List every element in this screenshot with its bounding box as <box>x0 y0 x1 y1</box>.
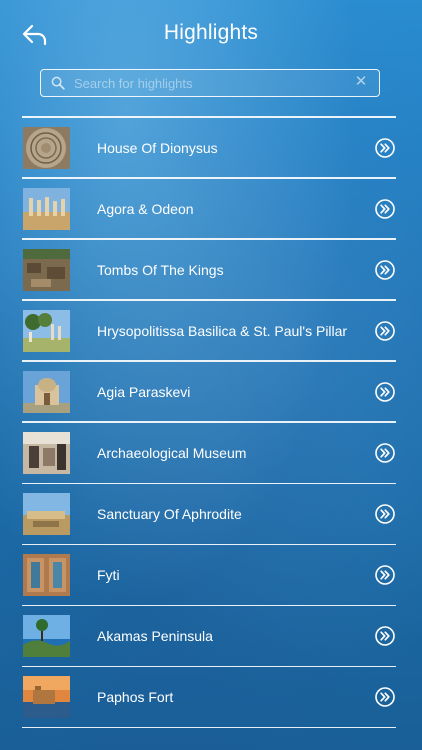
chevron-right-circle-icon[interactable] <box>375 137 395 158</box>
highlight-label: Archaeological Museum <box>97 444 247 461</box>
highlights-list: House Of Dionysus Agora & Odeon Tombs Of T… <box>22 116 396 729</box>
highlight-row[interactable]: Hrysopolitissa Basilica & St. Paul's Pil… <box>22 301 396 361</box>
highlight-thumbnail <box>23 370 70 413</box>
highlight-label: Tombs Of The Kings <box>97 261 224 278</box>
highlight-row[interactable]: Akamas Peninsula <box>22 606 396 666</box>
highlight-row[interactable]: Agia Paraskevi <box>22 362 396 422</box>
highlight-row[interactable]: Tombs Of The Kings <box>22 240 396 300</box>
search-input[interactable] <box>74 72 344 94</box>
highlight-thumbnail <box>23 493 70 536</box>
search-bar: ✕ <box>40 69 380 97</box>
chevron-right-circle-icon[interactable] <box>375 504 395 524</box>
chevron-right-circle-icon[interactable] <box>375 626 395 647</box>
search-icon <box>51 76 65 90</box>
chevron-right-circle-icon[interactable] <box>375 259 395 280</box>
page-title: Highlights <box>163 21 259 44</box>
highlight-thumbnail <box>23 615 70 658</box>
highlight-label: House Of Dionysus <box>97 139 218 156</box>
chevron-right-circle-icon[interactable] <box>375 320 395 341</box>
highlight-label: Akamas Peninsula <box>97 628 213 645</box>
chevron-right-circle-icon[interactable] <box>375 443 395 463</box>
highlight-row[interactable]: House Of Dionysus <box>22 118 396 178</box>
highlight-label: Agia Paraskevi <box>97 383 191 400</box>
highlight-thumbnail <box>23 187 70 230</box>
chevron-right-circle-icon[interactable] <box>375 382 395 402</box>
highlight-row[interactable]: Archaeological Museum <box>22 423 396 483</box>
chevron-right-circle-icon[interactable] <box>375 687 395 708</box>
highlight-row[interactable]: Paphos Fort <box>22 667 396 727</box>
highlight-label: Paphos Fort <box>97 689 174 706</box>
highlight-thumbnail <box>23 676 70 719</box>
highlight-row[interactable]: Agora & Odeon <box>22 179 396 239</box>
highlight-label: Hrysopolitissa Basilica & St. Paul's Pil… <box>97 322 348 339</box>
highlight-thumbnail <box>23 431 70 474</box>
highlight-thumbnail <box>23 126 70 169</box>
highlight-label: Fyti <box>97 567 120 584</box>
highlight-label: Sanctuary Of Aphrodite <box>97 506 242 523</box>
clear-icon[interactable]: ✕ <box>353 74 369 90</box>
chevron-right-circle-icon[interactable] <box>375 565 395 585</box>
highlight-thumbnail <box>23 248 70 291</box>
list-divider <box>22 726 396 729</box>
highlight-label: Agora & Odeon <box>97 200 194 217</box>
highlight-row[interactable]: Fyti <box>22 545 396 605</box>
app-header: Highlights <box>0 0 422 68</box>
highlight-thumbnail <box>23 554 70 597</box>
chevron-right-circle-icon[interactable] <box>375 198 395 219</box>
highlight-row[interactable]: Sanctuary Of Aphrodite <box>22 484 396 544</box>
highlight-thumbnail <box>23 309 70 352</box>
